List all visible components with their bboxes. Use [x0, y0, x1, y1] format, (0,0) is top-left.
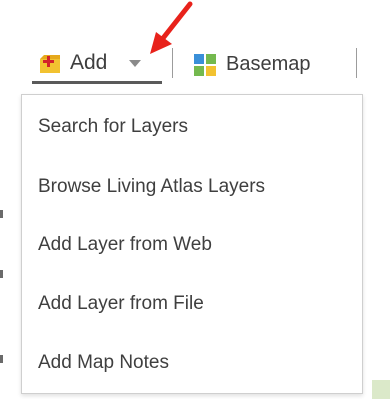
add-dropdown-menu: Search for Layers Browse Living Atlas La…: [21, 94, 363, 394]
basemap-button[interactable]: Basemap: [190, 44, 360, 84]
toolbar-separator: [356, 48, 357, 78]
menu-item-add-map-notes[interactable]: Add Map Notes: [38, 351, 169, 375]
map-background-fragment: [372, 380, 390, 399]
red-arrow-icon: [150, 1, 193, 54]
menu-item-add-layer-from-web[interactable]: Add Layer from Web: [38, 233, 212, 257]
add-layer-icon: [40, 55, 60, 73]
map-background-fragment: [0, 270, 3, 278]
menu-item-search-for-layers[interactable]: Search for Layers: [38, 115, 188, 139]
add-button-label: Add: [70, 51, 108, 74]
map-background-fragment: [0, 210, 3, 218]
menu-item-add-layer-from-file[interactable]: Add Layer from File: [38, 292, 204, 316]
menu-item-browse-living-atlas[interactable]: Browse Living Atlas Layers: [38, 175, 265, 199]
basemap-button-label: Basemap: [226, 53, 311, 75]
map-background-fragment: [0, 355, 3, 363]
map-viewer-screen: Add Basemap Search for Layers Browse Liv…: [0, 0, 390, 399]
